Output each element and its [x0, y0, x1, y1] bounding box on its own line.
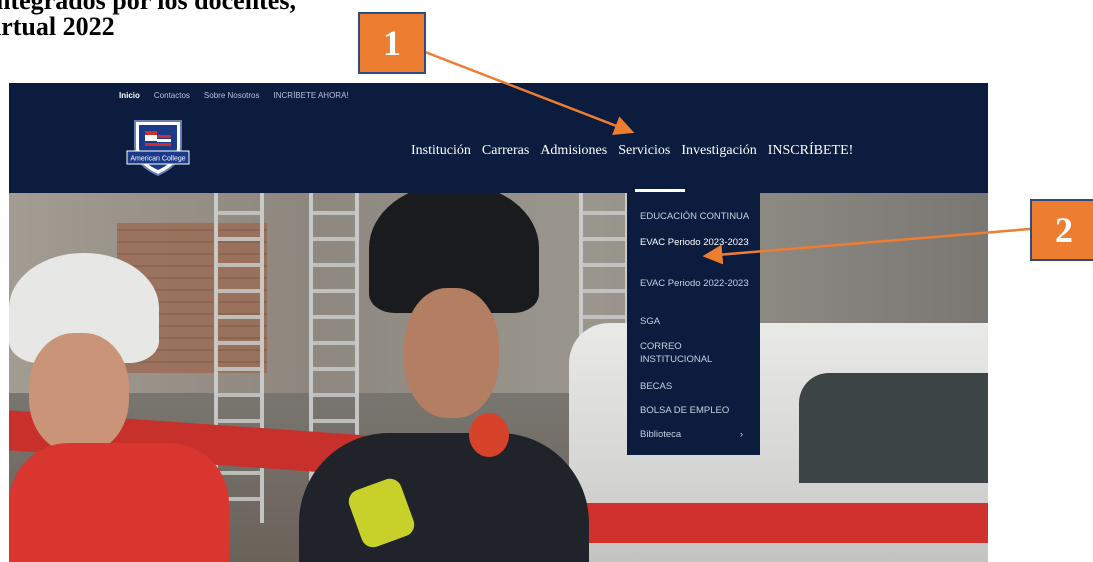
dropdown-item-evac-2022[interactable]: EVAC Periodo 2022-2023	[640, 277, 755, 290]
hero-image	[9, 193, 988, 562]
dropdown-item-becas[interactable]: BECAS	[640, 380, 755, 393]
top-link-inscribete[interactable]: INCRÍBETE AHORA!	[274, 91, 349, 100]
callout-box-2: 2	[1030, 199, 1093, 261]
top-link-inicio[interactable]: Inicio	[119, 91, 140, 100]
site-header: Inicio Contactos Sobre Nosotros INCRÍBET…	[9, 83, 988, 193]
nav-inscribete[interactable]: INSCRÍBETE!	[768, 143, 854, 159]
dropdown-item-educacion-continua[interactable]: EDUCACIÓN CONTINUA	[640, 210, 755, 223]
nav-institucion[interactable]: Institución	[411, 143, 471, 159]
nav-servicios[interactable]: Servicios	[618, 143, 670, 159]
dropdown-item-biblioteca-label: Biblioteca	[640, 429, 682, 440]
active-indicator	[635, 189, 685, 192]
website-screenshot: Inicio Contactos Sobre Nosotros INCRÍBET…	[9, 83, 988, 562]
top-links: Inicio Contactos Sobre Nosotros INCRÍBET…	[119, 91, 349, 100]
american-college-logo[interactable]: American College	[123, 113, 193, 183]
nav-admisiones[interactable]: Admisiones	[540, 143, 607, 159]
top-link-contactos[interactable]: Contactos	[154, 91, 190, 100]
dropdown-item-bolsa-de-empleo[interactable]: BOLSA DE EMPLEO	[640, 404, 755, 417]
dropdown-item-biblioteca[interactable]: Biblioteca ›	[640, 428, 755, 441]
document-heading-line2: irtual 2022	[0, 12, 115, 41]
logo-text: American College	[130, 156, 185, 163]
dropdown-item-sga[interactable]: SGA	[640, 315, 755, 328]
chevron-right-icon: ›	[739, 429, 743, 440]
dropdown-item-correo-institucional[interactable]: CORREO INSTITUCIONAL	[640, 340, 755, 366]
nav-investigacion[interactable]: Investigación	[681, 143, 756, 159]
servicios-dropdown: EDUCACIÓN CONTINUA EVAC Periodo 2023-202…	[627, 189, 760, 455]
callout-box-1: 1	[358, 12, 426, 74]
dropdown-item-evac-2023[interactable]: EVAC Periodo 2023-2023	[640, 236, 755, 249]
nav-carreras[interactable]: Carreras	[482, 143, 529, 159]
main-nav: Institución Carreras Admisiones Servicio…	[411, 143, 853, 159]
top-link-sobre-nosotros[interactable]: Sobre Nosotros	[204, 91, 260, 100]
